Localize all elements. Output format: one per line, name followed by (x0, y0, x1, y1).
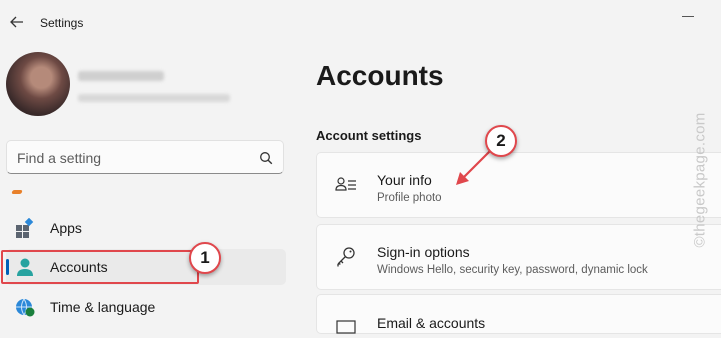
your-info-card[interactable]: Your info Profile photo (316, 152, 721, 218)
page-title: Accounts (316, 60, 444, 91)
step-badge-2: 2 (485, 125, 517, 157)
card-title: Your info (377, 172, 432, 188)
sign-in-options-card[interactable]: Sign-in options Windows Hello, security … (316, 224, 721, 290)
search-input[interactable] (17, 150, 247, 166)
apps-icon (16, 218, 34, 238)
sidebar-item-label: Time & language (50, 299, 156, 315)
email-accounts-card[interactable]: Email & accounts (316, 294, 721, 334)
minimize-button[interactable] (682, 16, 694, 17)
user-name-blurred (78, 71, 164, 81)
search-box (6, 140, 284, 174)
watermark: ©thegeekpage.com (690, 80, 710, 280)
sidebar-item-apps[interactable]: Apps (6, 210, 286, 246)
title-bar: Settings (0, 0, 721, 46)
card-subtitle: Windows Hello, security key, password, d… (377, 264, 648, 276)
section-title: Account settings (316, 128, 422, 143)
app-title: Settings (40, 16, 84, 30)
card-title: Email & accounts (377, 315, 486, 331)
key-icon (337, 247, 355, 267)
person-info-icon (335, 177, 356, 191)
search-icon[interactable] (259, 151, 273, 165)
user-email-blurred (78, 94, 230, 102)
watermark-text: ©thegeekpage.com (691, 112, 709, 248)
mail-icon (336, 320, 356, 334)
card-title: Sign-in options (377, 244, 470, 260)
card-subtitle: Profile photo (377, 192, 442, 204)
highlight-box (1, 250, 199, 284)
partial-nav-icon (11, 190, 23, 194)
step-badge-1: 1 (189, 242, 221, 274)
sidebar-item-label: Apps (50, 220, 82, 236)
back-button[interactable] (6, 11, 28, 33)
back-arrow-icon (10, 16, 23, 28)
sidebar-item-time-language[interactable]: Time & language (6, 289, 286, 325)
avatar (6, 52, 70, 116)
globe-clock-icon (16, 298, 35, 317)
